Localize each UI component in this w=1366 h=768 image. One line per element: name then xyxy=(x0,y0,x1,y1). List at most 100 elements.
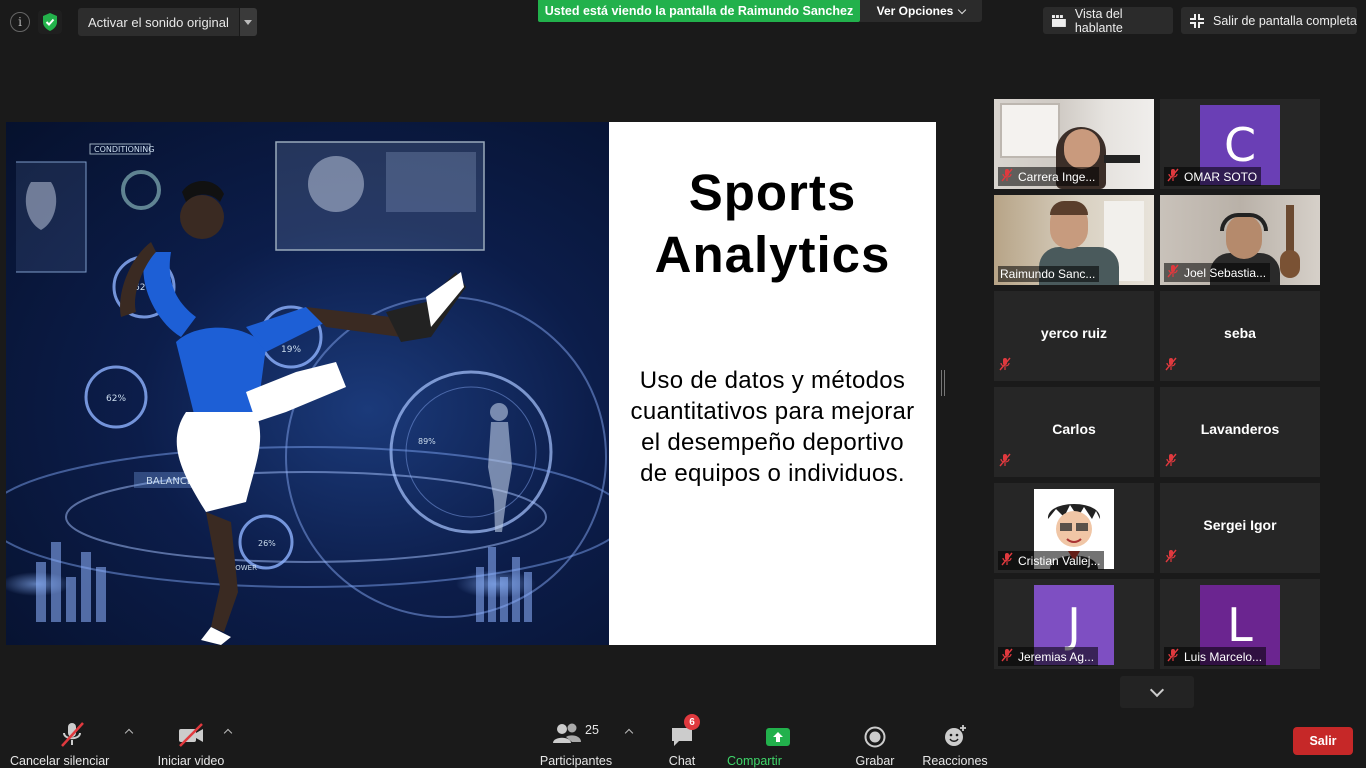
microphone-muted-icon xyxy=(1000,168,1014,185)
record-icon xyxy=(864,718,886,748)
microphone-muted-icon xyxy=(1164,549,1178,568)
microphone-muted-icon xyxy=(1166,168,1180,185)
exit-fullscreen-icon xyxy=(1190,13,1204,28)
avatar-initial: J xyxy=(1067,598,1081,652)
gauge-62-left: 62% xyxy=(106,394,126,404)
slide-body-text: Uso de datos y métodos cuantitativos par… xyxy=(630,367,915,487)
participant-label: Raimundo Sanc... xyxy=(998,266,1100,282)
share-screen-button[interactable]: Compartir pantalla xyxy=(727,718,829,768)
participant-tile[interactable]: J Jeremias Ag... xyxy=(994,579,1154,669)
participant-label: Joel Sebastia... xyxy=(1164,263,1271,282)
zoom-meeting-window: i Activar el sonido original Usted está … xyxy=(0,0,1366,768)
speaker-view-icon xyxy=(1051,14,1066,27)
original-sound-label[interactable]: Activar el sonido original xyxy=(78,8,239,36)
chat-unread-badge: 6 xyxy=(684,714,700,730)
chat-button[interactable]: 6 Chat xyxy=(662,714,702,768)
participant-name: yerco ruiz xyxy=(1040,325,1108,341)
participant-label: Jeremias Ag... xyxy=(998,647,1099,666)
chevron-up-icon xyxy=(124,728,134,738)
chevron-up-icon xyxy=(624,728,634,738)
participants-label: Participantes xyxy=(539,754,613,768)
balance-label: BALANCE xyxy=(146,476,193,487)
participants-icon: 25 xyxy=(553,718,599,748)
participant-label: Cristian Vallej... xyxy=(998,551,1105,570)
reactions-button[interactable]: Reacciones xyxy=(922,718,988,768)
participant-name: Carrera Inge... xyxy=(1018,169,1096,184)
participant-tile[interactable]: Joel Sebastia... xyxy=(1160,195,1320,285)
participant-name: Joel Sebastia... xyxy=(1184,265,1267,280)
audio-options-caret[interactable] xyxy=(124,726,134,738)
chevron-down-icon xyxy=(244,19,253,25)
gallery-next-page-button[interactable] xyxy=(1120,676,1194,708)
slide-text-panel: Sports Analytics Uso de datos y métodos … xyxy=(609,122,936,645)
panel-resize-handle[interactable] xyxy=(941,370,945,396)
chevron-down-icon xyxy=(1149,682,1165,697)
start-video-button[interactable]: Iniciar video xyxy=(155,718,227,768)
gauge-26: 26% xyxy=(258,539,276,548)
participant-tile[interactable]: Lavanderos xyxy=(1160,387,1320,477)
participant-tile[interactable]: seba xyxy=(1160,291,1320,381)
participant-tile[interactable]: Carlos xyxy=(994,387,1154,477)
record-label: Grabar xyxy=(855,754,895,768)
participant-name: Raimundo Sanc... xyxy=(1000,267,1096,281)
speaker-view-label: Vista del hablante xyxy=(1074,6,1123,35)
microphone-muted-icon xyxy=(998,357,1012,376)
view-options-label: Ver Opciones xyxy=(876,4,954,18)
participant-tile[interactable]: Cristian Vallej... xyxy=(994,483,1154,573)
participant-label: OMAR SOTO xyxy=(1164,167,1262,186)
viewing-screen-banner: Usted está viendo la pantalla de Raimund… xyxy=(538,0,860,22)
slide-sports-image: CONDITIONING 62% 62% 19% 26% 89% BALANCE… xyxy=(6,122,609,645)
microphone-muted-icon xyxy=(59,718,85,748)
chat-icon: 6 xyxy=(670,714,700,748)
share-screen-label: Compartir pantalla xyxy=(727,754,782,768)
start-video-label: Iniciar video xyxy=(157,754,225,768)
original-sound-button[interactable]: Activar el sonido original xyxy=(78,8,257,36)
original-sound-dropdown[interactable] xyxy=(238,8,257,36)
leave-meeting-button[interactable]: Salir xyxy=(1293,727,1353,755)
gauge-19: 19% xyxy=(281,345,301,355)
microphone-muted-icon xyxy=(1164,453,1178,472)
chevron-up-icon xyxy=(223,728,233,738)
participants-count: 25 xyxy=(585,723,599,737)
record-button[interactable]: Grabar xyxy=(852,718,898,768)
exit-fullscreen-label: Salir de pantalla completa xyxy=(1213,13,1357,28)
participant-name: Lavanderos xyxy=(1200,421,1280,437)
participant-tile[interactable]: L Luis Marcelo... xyxy=(1160,579,1320,669)
video-camera-off-icon xyxy=(176,718,206,748)
participant-tile[interactable]: Raimundo Sanc... xyxy=(994,195,1154,285)
microphone-muted-icon xyxy=(1166,648,1180,665)
reactions-label: Reacciones xyxy=(922,754,988,768)
microphone-muted-icon xyxy=(1166,264,1180,281)
microphone-muted-icon xyxy=(998,453,1012,472)
participant-tile[interactable]: Carrera Inge... xyxy=(994,99,1154,189)
participant-name: seba xyxy=(1224,325,1256,341)
microphone-muted-icon xyxy=(1000,648,1014,665)
shared-screen: CONDITIONING 62% 62% 19% 26% 89% BALANCE… xyxy=(6,122,936,645)
participant-name: Cristian Vallej... xyxy=(1018,553,1101,568)
speaker-view-button[interactable]: Vista del hablante xyxy=(1043,6,1173,35)
chat-label: Chat xyxy=(668,754,696,768)
participant-tile[interactable]: C OMAR SOTO xyxy=(1160,99,1320,189)
participants-button[interactable]: 25 Participantes xyxy=(540,718,612,768)
participant-name: Carlos xyxy=(1052,421,1096,437)
view-options-button[interactable]: Ver Opciones xyxy=(860,0,982,22)
share-screen-icon xyxy=(765,718,791,748)
avatar-initial: L xyxy=(1227,598,1253,652)
participant-name: Jeremias Ag... xyxy=(1018,649,1095,664)
participant-label: Carrera Inge... xyxy=(998,167,1100,186)
security-shield-icon[interactable] xyxy=(38,10,62,34)
video-options-caret[interactable] xyxy=(223,726,233,738)
exit-fullscreen-button[interactable]: Salir de pantalla completa xyxy=(1181,7,1357,34)
participant-name: Luis Marcelo... xyxy=(1184,649,1263,664)
reactions-smiley-icon xyxy=(943,718,967,748)
soccer-player-illustration: CONDITIONING 62% 62% 19% 26% 89% BALANCE… xyxy=(6,141,609,645)
participant-tile[interactable]: Sergei Igor xyxy=(1160,483,1320,573)
participants-options-caret[interactable] xyxy=(624,726,634,738)
microphone-muted-icon xyxy=(1000,552,1014,569)
participant-tile[interactable]: yerco ruiz xyxy=(994,291,1154,381)
meeting-info-icon[interactable]: i xyxy=(10,12,30,32)
unmute-button[interactable]: Cancelar silenciar ahora xyxy=(10,718,134,768)
microphone-muted-icon xyxy=(1164,357,1178,376)
stat-89: 89% xyxy=(418,437,436,446)
slide-title: Sports Analytics xyxy=(654,164,891,283)
